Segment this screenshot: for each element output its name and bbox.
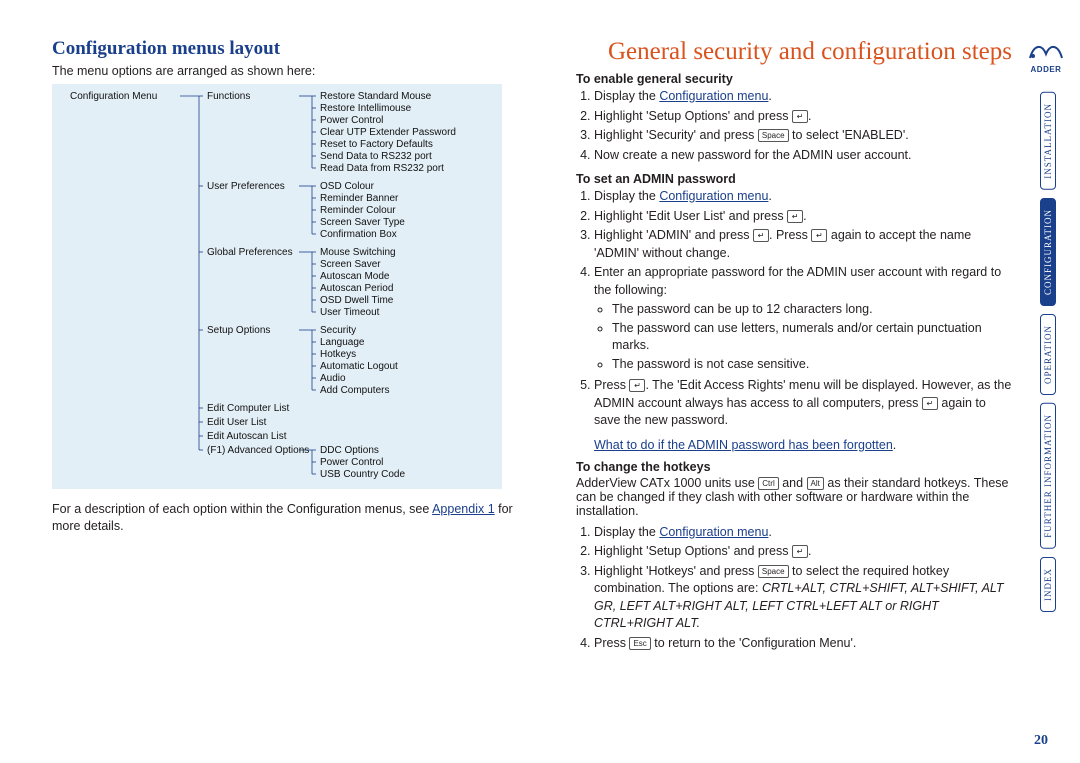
sec3-heading: To change the hotkeys xyxy=(576,460,1012,474)
config-menu-link[interactable]: Configuration menu xyxy=(659,525,768,539)
left-intro: The menu options are arranged as shown h… xyxy=(52,64,532,78)
enter-key-icon: ↵ xyxy=(629,379,645,392)
space-key-icon: Space xyxy=(758,129,789,142)
sec3-intro: AdderView CATx 1000 units use Ctrl and A… xyxy=(576,476,1012,518)
diagram-item: USB Country Code xyxy=(320,468,405,481)
config-menu-link[interactable]: Configuration menu xyxy=(659,89,768,103)
config-menu-link[interactable]: Configuration menu xyxy=(659,189,768,203)
diagram-group: Functions xyxy=(207,90,250,103)
enter-key-icon: ↵ xyxy=(753,229,769,242)
diagram-item: Confirmation Box xyxy=(320,228,397,241)
sec1-steps: Display the Configuration menu. Highligh… xyxy=(594,88,1012,164)
nav-tab-index[interactable]: INDEX xyxy=(1040,557,1056,612)
sec1-heading: To enable general security xyxy=(576,72,1012,86)
nav-tab-operation[interactable]: OPERATION xyxy=(1040,314,1056,395)
diagram-group: Edit User List xyxy=(207,416,266,429)
adder-logo: ADDER xyxy=(1024,38,1068,74)
alt-key-icon: Alt xyxy=(807,477,824,490)
sec3-steps: Display the Configuration menu. Highligh… xyxy=(594,524,1012,653)
diagram-group: Edit Autoscan List xyxy=(207,430,287,443)
diagram-item: Add Computers xyxy=(320,384,389,397)
diagram-group: User Preferences xyxy=(207,180,285,193)
nav-tab-further-information[interactable]: FURTHER INFORMATION xyxy=(1040,403,1056,549)
ctrl-key-icon: Ctrl xyxy=(758,477,778,490)
right-column-title: General security and configuration steps xyxy=(576,38,1012,66)
diagram-group: (F1) Advanced Options xyxy=(207,444,309,457)
side-nav: INSTALLATION CONFIGURATION OPERATION FURTHE… xyxy=(1040,92,1068,642)
diagram-item: Read Data from RS232 port xyxy=(320,162,444,175)
enter-key-icon: ↵ xyxy=(792,545,808,558)
menu-layout-diagram: Configuration MenuFunctionsRestore Stand… xyxy=(52,84,502,489)
diagram-item: User Timeout xyxy=(320,306,379,319)
enter-key-icon: ↵ xyxy=(792,110,808,123)
space-key-icon: Space xyxy=(758,565,789,578)
nav-tab-installation[interactable]: INSTALLATION xyxy=(1040,92,1056,190)
sec2-heading: To set an ADMIN password xyxy=(576,172,1012,186)
enter-key-icon: ↵ xyxy=(787,210,803,223)
appendix-link[interactable]: Appendix 1 xyxy=(432,502,495,516)
left-column-title: Configuration menus layout xyxy=(52,38,532,60)
diagram-group: Setup Options xyxy=(207,324,270,337)
esc-key-icon: Esc xyxy=(629,637,650,650)
diagram-group: Global Preferences xyxy=(207,246,293,259)
enter-key-icon: ↵ xyxy=(922,397,938,410)
forgot-password-link[interactable]: What to do if the ADMIN password has bee… xyxy=(594,438,893,452)
enter-key-icon: ↵ xyxy=(811,229,827,242)
nav-tab-configuration[interactable]: CONFIGURATION xyxy=(1040,198,1056,306)
sec2-steps: Display the Configuration menu. Highligh… xyxy=(594,188,1012,430)
left-footer: For a description of each option within … xyxy=(52,501,532,535)
page-number: 20 xyxy=(1034,733,1048,749)
diagram-group: Edit Computer List xyxy=(207,402,289,415)
